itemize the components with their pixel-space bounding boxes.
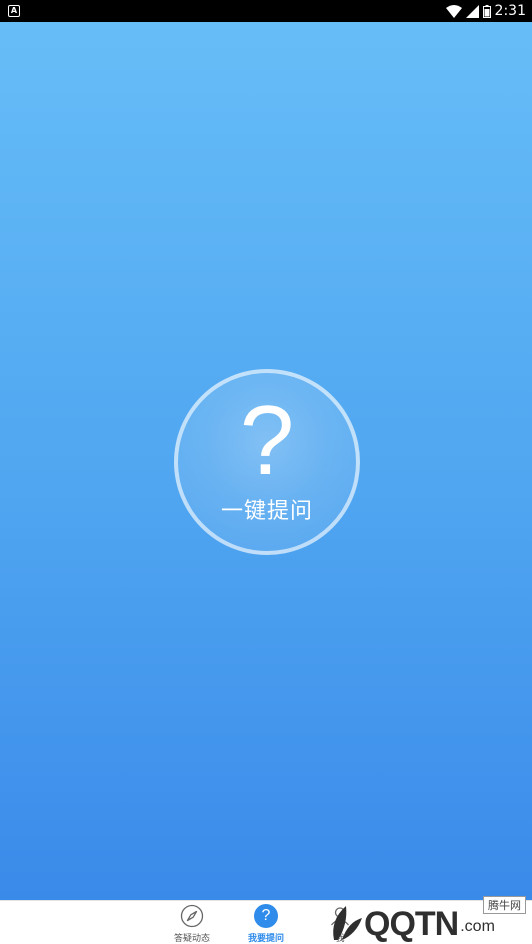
wifi-icon — [445, 4, 462, 18]
tab-ask-question[interactable]: ? 我要提问 — [226, 901, 306, 944]
question-icon: ? — [254, 904, 278, 928]
qqtn-watermark: QQTN .com 腾牛网 — [326, 890, 532, 944]
compass-icon — [180, 904, 204, 928]
watermark-badge: 腾牛网 — [483, 896, 526, 914]
question-mark-icon: ? — [239, 385, 295, 495]
tab-qa-feed-label: 答疑动态 — [173, 934, 210, 944]
status-left: A — [8, 5, 20, 17]
main-content: ? 一键提问 — [0, 22, 532, 900]
one-click-ask-button[interactable]: ? 一键提问 — [174, 369, 360, 555]
status-time: 2:31 — [494, 3, 526, 19]
battery-icon — [482, 4, 491, 18]
tab-ask-question-label: 我要提问 — [247, 934, 284, 944]
watermark-domain: .com — [460, 918, 495, 935]
signal-icon — [465, 4, 479, 18]
status-right: 2:31 — [445, 3, 526, 19]
tab-qa-feed[interactable]: 答疑动态 — [152, 901, 232, 944]
status-bar: A 2:31 — [0, 0, 532, 22]
notification-a-icon: A — [8, 5, 20, 17]
qqtn-leaf-logo-icon — [333, 906, 362, 940]
one-click-ask-label: 一键提问 — [220, 499, 313, 524]
watermark-logo-text: QQTN — [364, 905, 459, 943]
